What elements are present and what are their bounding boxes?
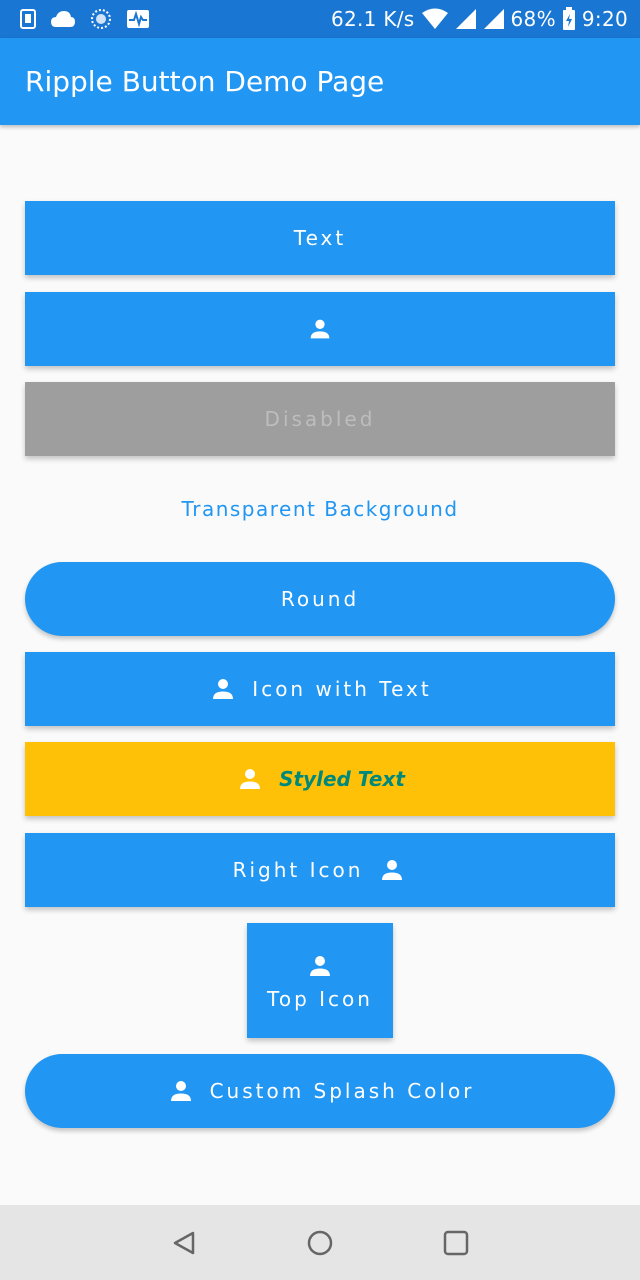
status-icons-right: 62.1 K/s 68% 9:20 — [331, 7, 628, 31]
clock: 9:20 — [581, 7, 628, 31]
home-icon[interactable] — [300, 1223, 340, 1263]
icon-button[interactable] — [25, 292, 615, 366]
person-icon — [377, 855, 407, 885]
signal-icon — [455, 8, 477, 30]
battery-charging-icon — [562, 7, 576, 31]
wifi-icon — [421, 8, 449, 30]
network-speed: 62.1 K/s — [330, 7, 415, 31]
top-icon-button[interactable]: Top Icon — [247, 923, 393, 1038]
icon-with-text-label: Icon with Text — [252, 677, 432, 701]
person-icon — [208, 674, 238, 704]
disabled-button: Disabled — [25, 382, 615, 456]
person-icon — [306, 315, 334, 343]
back-icon[interactable] — [164, 1223, 204, 1263]
top-icon-label: Top Icon — [267, 986, 373, 1011]
person-icon — [305, 951, 335, 981]
styled-text-button[interactable]: Styled Text — [25, 742, 615, 816]
text-button[interactable]: Text — [25, 201, 615, 275]
custom-splash-button[interactable]: Custom Splash Color — [25, 1054, 615, 1128]
page-title: Ripple Button Demo Page — [25, 65, 385, 98]
cloud-icon — [50, 10, 76, 28]
styled-text-label: Styled Text — [279, 767, 405, 791]
sim-icon — [20, 9, 36, 29]
custom-splash-label: Custom Splash Color — [209, 1079, 475, 1103]
transparent-button[interactable]: Transparent Background — [25, 472, 615, 546]
navigation-bar — [0, 1205, 640, 1280]
sync-icon — [90, 8, 112, 30]
transparent-button-label: Transparent Background — [181, 497, 459, 521]
status-icons-left — [20, 8, 150, 30]
right-icon-button[interactable]: Right Icon — [25, 833, 615, 907]
person-icon — [235, 764, 265, 794]
round-button-label: Round — [280, 587, 360, 611]
disabled-button-label: Disabled — [264, 407, 376, 431]
activity-icon — [126, 9, 150, 29]
app-bar: Ripple Button Demo Page — [0, 38, 640, 125]
right-icon-label: Right Icon — [232, 858, 364, 882]
icon-with-text-button[interactable]: Icon with Text — [25, 652, 615, 726]
text-button-label: Text — [293, 226, 347, 250]
person-icon — [166, 1076, 196, 1106]
recents-icon[interactable] — [436, 1223, 476, 1263]
signal-icon — [483, 8, 505, 30]
round-button[interactable]: Round — [25, 562, 615, 636]
battery-percent: 68% — [510, 7, 556, 31]
status-bar: 62.1 K/s 68% 9:20 — [0, 0, 640, 38]
